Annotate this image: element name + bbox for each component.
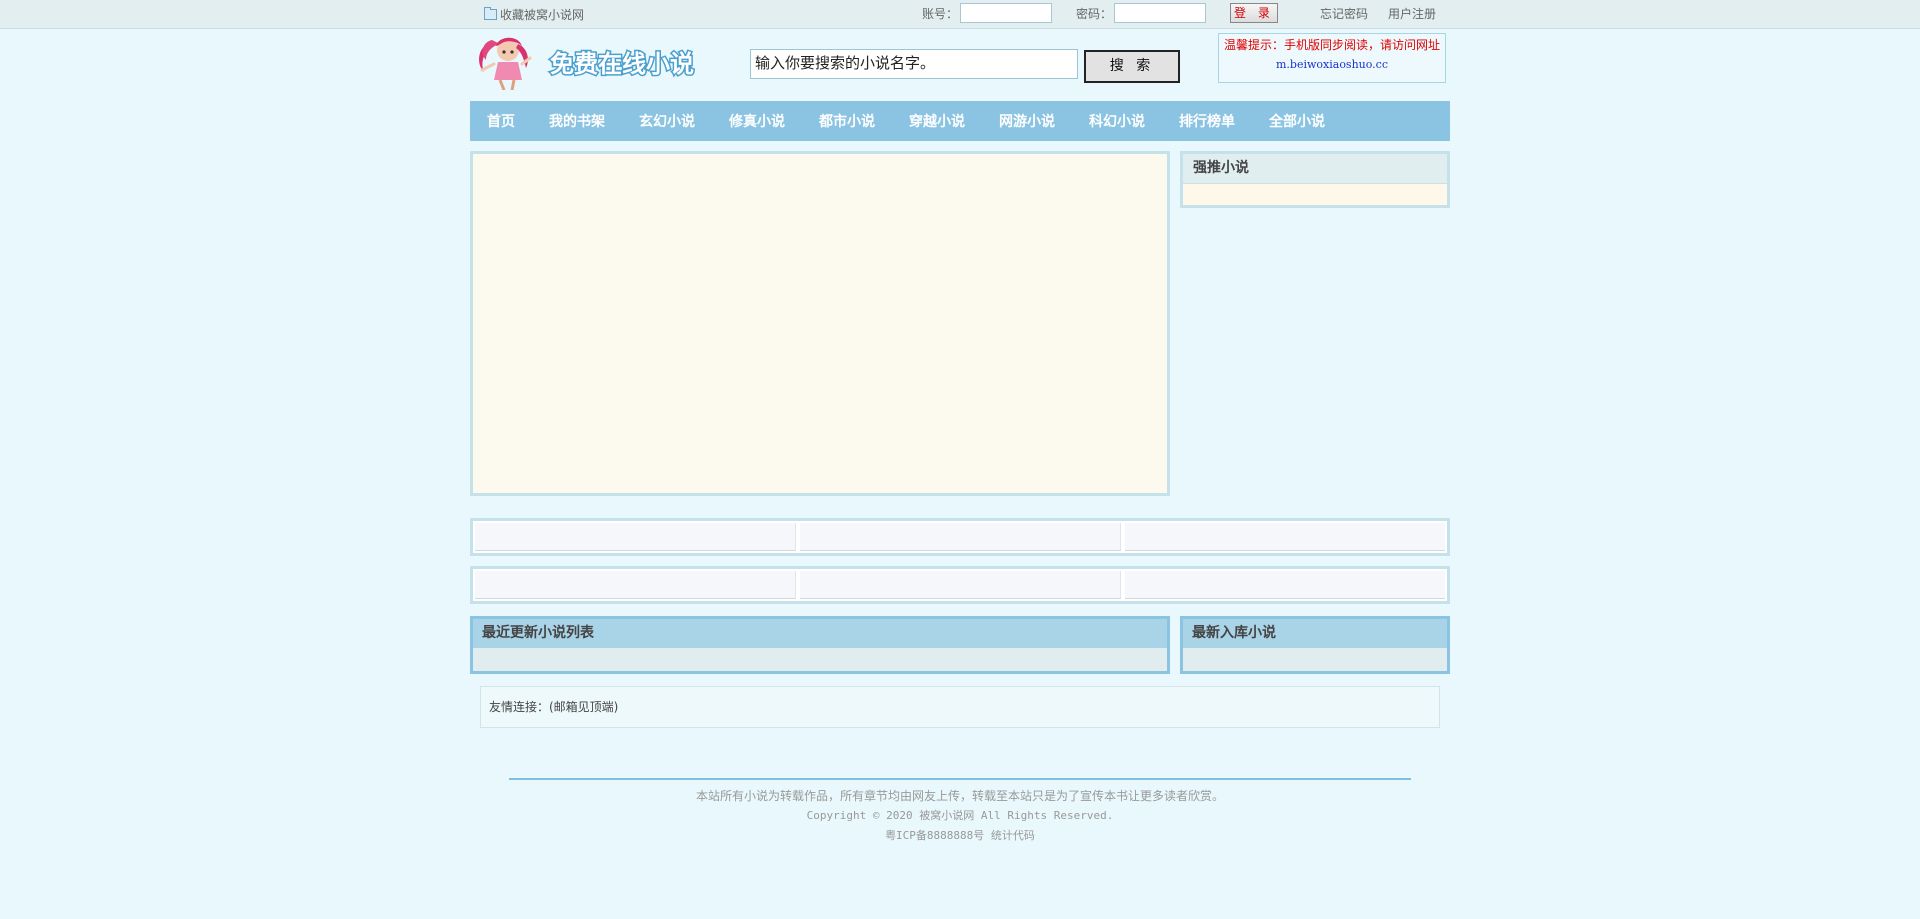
nav-item-xiuzhen[interactable]: 修真小说: [729, 111, 785, 131]
page-container: 免费在线小说 输入你要搜索的小说名字。 搜 索 温馨提示：手机版同步阅读，请访问…: [470, 29, 1450, 846]
strip-cell: [1125, 523, 1445, 551]
recent-updates-title: 最近更新小说列表: [473, 619, 1167, 648]
recommend-title: 强推小说: [1183, 154, 1447, 184]
register-link[interactable]: 用户注册: [1388, 5, 1436, 22]
folder-icon: [484, 7, 497, 20]
new-books-box: 最新入库小说: [1180, 616, 1450, 674]
strip-cell: [800, 571, 1121, 599]
header: 免费在线小说 输入你要搜索的小说名字。 搜 索 温馨提示：手机版同步阅读，请访问…: [470, 29, 1450, 101]
strip-cell: [1125, 571, 1445, 599]
password-label: 密码：: [1075, 6, 1112, 21]
account-input[interactable]: [959, 3, 1052, 23]
bookmark-label[interactable]: 收藏被窝小说网: [500, 6, 584, 23]
main-nav: 首页 我的书架 玄幻小说 修真小说 都市小说 穿越小说 网游小说 科幻小说 排行…: [470, 101, 1450, 141]
search-button[interactable]: 搜 索: [1084, 50, 1180, 83]
site-logo[interactable]: 免费在线小说: [474, 34, 710, 90]
nav-item-kehuan[interactable]: 科幻小说: [1089, 111, 1145, 131]
nav-item-bookshelf[interactable]: 我的书架: [549, 111, 605, 131]
nav-item-wangyou[interactable]: 网游小说: [999, 111, 1055, 131]
password-input[interactable]: [1113, 3, 1206, 23]
strip-cell: [800, 523, 1121, 551]
recommend-box: 强推小说: [1180, 151, 1450, 208]
nav-item-ranking[interactable]: 排行榜单: [1179, 111, 1235, 131]
new-books-title: 最新入库小说: [1183, 619, 1447, 648]
nav-item-home[interactable]: 首页: [487, 111, 515, 131]
search-input[interactable]: 输入你要搜索的小说名字。: [750, 49, 1078, 79]
recent-updates-box: 最近更新小说列表: [470, 616, 1170, 674]
footer-icp[interactable]: 粤ICP备8888888号 统计代码: [470, 826, 1450, 846]
login-button[interactable]: 登 录: [1229, 3, 1278, 23]
nav-item-dushi[interactable]: 都市小说: [819, 111, 875, 131]
footer-divider: [509, 778, 1411, 780]
footer-disclaimer: 本站所有小说为转载作品，所有章节均由网友上传，转载至本站只是为了宣传本书让更多读…: [695, 789, 1224, 803]
notice-text: 温馨提示：手机版同步阅读，请访问网址: [1223, 38, 1440, 52]
top-bar: 收藏被窝小说网 账号： 密码： 登 录 忘记密码 用户注册: [0, 0, 1920, 29]
footer: 本站所有小说为转载作品，所有章节均由网友上传，转载至本站只是为了宣传本书让更多读…: [470, 778, 1450, 846]
bookmark-link[interactable]: 收藏被窝小说网: [484, 6, 584, 23]
account-label: 账号：: [921, 6, 958, 21]
footer-copyright: Copyright © 2020 被窝小说网 All Rights Reserv…: [806, 809, 1114, 822]
forgot-password-link[interactable]: 忘记密码: [1320, 5, 1368, 22]
featured-row: 强推小说: [470, 151, 1450, 496]
strip-cell: [475, 523, 796, 551]
mobile-url-link[interactable]: m.beiwoxiaoshuo.cc: [1276, 58, 1388, 71]
lists-row: 最近更新小说列表 最新入库小说: [470, 616, 1450, 674]
friend-links-label: 友情连接：(邮箱见顶端): [489, 700, 619, 714]
strip-cell: [475, 571, 796, 599]
login-form: 账号： 密码： 登 录 忘记密码 用户注册: [922, 3, 1450, 23]
featured-slider: [470, 151, 1170, 496]
logo-text: 免费在线小说: [550, 50, 694, 78]
mascot-icon: [479, 37, 532, 90]
nav-item-all[interactable]: 全部小说: [1269, 111, 1325, 131]
category-strip-2: [470, 566, 1450, 604]
mobile-notice: 温馨提示：手机版同步阅读，请访问网址 m.beiwoxiaoshuo.cc: [1218, 33, 1446, 83]
friend-links: 友情连接：(邮箱见顶端): [480, 686, 1440, 728]
category-strip-1: [470, 518, 1450, 556]
nav-item-chuanyue[interactable]: 穿越小说: [909, 111, 965, 131]
nav-item-xuanhuan[interactable]: 玄幻小说: [639, 111, 695, 131]
